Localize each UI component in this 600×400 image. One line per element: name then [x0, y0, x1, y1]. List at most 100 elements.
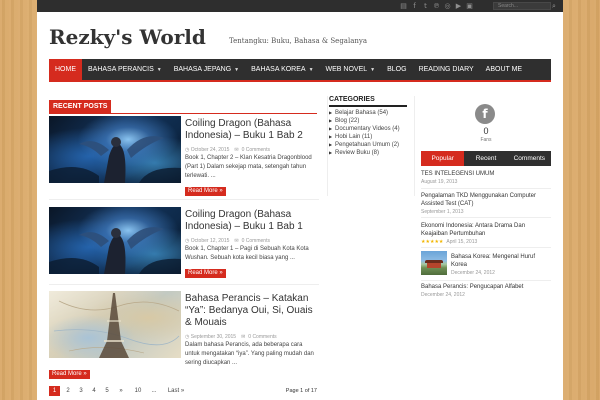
post-thumbnail[interactable] [49, 207, 181, 274]
nav-item-bahasa-korea[interactable]: BAHASA KOREA ▼ [245, 59, 319, 80]
post-comments[interactable]: 0 Comments [242, 238, 270, 244]
list-divider [421, 188, 551, 189]
post-divider [49, 199, 319, 200]
search-input[interactable]: Search... [493, 2, 551, 10]
list-divider [421, 247, 551, 248]
page-link-current[interactable]: 1 [49, 386, 60, 396]
read-more-button[interactable]: Read More » [49, 370, 90, 379]
pinterest-icon[interactable]: ℗ [433, 2, 440, 10]
comment-icon: ✉ [234, 238, 239, 244]
sidebar-tabs: Popular Recent Comments [421, 151, 551, 166]
rss-icon[interactable]: ▤ [400, 2, 407, 10]
list-item[interactable]: TES INTELEGENSI UMUM August 19, 2013 [421, 170, 551, 185]
category-link[interactable]: Belajar Bahasa (54) [329, 109, 407, 117]
pagination: 1 2 3 4 5 » 10 ... Last » Page 1 of 17 [49, 386, 319, 398]
list-divider [421, 217, 551, 218]
facebook-icon[interactable]: f [475, 104, 495, 124]
post-title[interactable]: Coiling Dragon (Bahasa Indonesia) – Buku… [185, 118, 319, 142]
comment-icon: ✉ [234, 147, 239, 153]
page-link[interactable]: 2 [64, 386, 72, 396]
category-link[interactable]: Pengetahuan Umum (2) [329, 141, 407, 149]
nav-label: BAHASA PERANCIS [88, 66, 154, 73]
page-link[interactable]: 10 [131, 386, 145, 396]
rating-stars: ★★★★★ [421, 239, 444, 245]
list-item[interactable]: Bahasa Perancis: Pengucapan Alfabet Dece… [421, 283, 551, 298]
next-page-link[interactable]: » [117, 386, 125, 396]
page-link[interactable]: 4 [90, 386, 98, 396]
nav-item-reading-diary[interactable]: READING DIARY [413, 59, 480, 80]
post-meta: ◷ September 30, 2015 ✉ 0 Comments [185, 334, 277, 340]
list-item[interactable]: Bahasa Korea: Mengenal Huruf Korea Decem… [421, 251, 551, 277]
page-link[interactable]: 5 [103, 386, 111, 396]
post-excerpt: Book 1, Chapter 2 – Klan Kesatria Dragon… [185, 155, 312, 179]
nav-item-bahasa-jepang[interactable]: BAHASA JEPANG ▼ [168, 59, 245, 80]
page-link[interactable]: 3 [77, 386, 85, 396]
read-more-button[interactable]: Read More » [185, 187, 226, 196]
popular-post-title[interactable]: Bahasa Korea: Mengenal Huruf Korea [451, 253, 551, 269]
social-icons: ▤ f t ℗ ◎ ▶ ▣ [400, 2, 473, 10]
calendar-icon: ◷ [185, 238, 190, 244]
category-link[interactable]: Documentary Videos (4) [329, 125, 407, 133]
nav-item-bahasa-perancis[interactable]: BAHASA PERANCIS ▼ [82, 59, 168, 80]
fans-count: 0 [483, 126, 489, 136]
post-thumbnail[interactable] [49, 116, 181, 183]
popular-post-date: December 24, 2012 [451, 270, 495, 276]
post-date: October 12, 2015 [190, 238, 230, 244]
popular-post-title[interactable]: TES INTELEGENSI UMUM [421, 170, 551, 178]
tab-popular[interactable]: Popular [421, 151, 465, 166]
popular-post-date: September 1, 2013 [421, 209, 464, 215]
search-icon[interactable]: ⌕ [552, 2, 559, 10]
post-meta: ◷ October 12, 2015 ✉ 0 Comments [185, 238, 270, 244]
category-link[interactable]: Blog (22) [329, 117, 407, 125]
list-item[interactable]: Pengalaman TKD Menggunakan Computer Assi… [421, 192, 551, 215]
post-title[interactable]: Bahasa Perancis – Katakan “Ya”: Bedanya … [185, 293, 319, 329]
popular-post-title[interactable]: Ekonomi Indonesia: Antara Drama Dan Keaj… [421, 222, 551, 238]
tab-comments[interactable]: Comments [508, 151, 551, 166]
popular-post-meta: ★★★★★ April 15, 2013 [421, 239, 551, 245]
column-divider [327, 96, 328, 196]
post-divider [49, 284, 319, 285]
nav-label: HOME [55, 66, 76, 73]
read-more-button[interactable]: Read More » [185, 269, 226, 278]
dribbble-icon[interactable]: ◎ [444, 2, 451, 10]
post-date: September 30, 2015 [190, 334, 237, 340]
calendar-icon: ◷ [185, 334, 190, 340]
post-comments[interactable]: 0 Comments [248, 334, 276, 340]
post-comments[interactable]: 0 Comments [242, 147, 270, 153]
post-excerpt: Book 1, Chapter 1 – Pagi di Sebuah Kota … [185, 246, 309, 261]
section-divider [49, 113, 317, 114]
site-header: Rezky's World Tentangku: Buku, Bahasa & … [37, 12, 563, 58]
chevron-down-icon: ▼ [234, 67, 240, 73]
popular-post-title[interactable]: Bahasa Perancis: Pengucapan Alfabet [421, 283, 551, 291]
nav-item-about-me[interactable]: ABOUT ME [480, 59, 528, 80]
nav-label: BAHASA JEPANG [173, 66, 232, 73]
tab-recent[interactable]: Recent [464, 151, 507, 166]
category-link[interactable]: Hobi Lain (11) [329, 133, 407, 141]
nav-item-blog[interactable]: BLOG [381, 59, 412, 80]
category-link[interactable]: Review Buku (8) [329, 149, 407, 157]
popular-post-title[interactable]: Pengalaman TKD Menggunakan Computer Assi… [421, 192, 551, 208]
twitter-icon[interactable]: t [422, 2, 429, 10]
popular-post-date: April 15, 2013 [446, 239, 478, 245]
instagram-icon[interactable]: ▣ [466, 2, 473, 10]
list-item[interactable]: Ekonomi Indonesia: Antara Drama Dan Keaj… [421, 222, 551, 245]
nav-label: BLOG [387, 66, 407, 73]
dragon-warrior-image [49, 227, 181, 274]
post-date: October 24, 2015 [190, 147, 230, 153]
facebook-icon[interactable]: f [411, 2, 418, 10]
categories-heading: CATEGORIES [329, 96, 407, 107]
section-heading: RECENT POSTS [49, 100, 112, 114]
korea-post-thumbnail[interactable] [421, 251, 447, 275]
youtube-icon[interactable]: ▶ [455, 2, 462, 10]
post-title[interactable]: Coiling Dragon (Bahasa Indonesia) – Buku… [185, 209, 319, 233]
last-page-link[interactable]: Last » [165, 386, 187, 396]
nav-item-web-novel[interactable]: WEB NOVEL ▼ [320, 59, 382, 80]
post-thumbnail[interactable] [49, 291, 181, 358]
site-title[interactable]: Rezky's World [49, 25, 206, 49]
dragon-warrior-image [49, 136, 181, 183]
popular-post-date: December 24, 2012 [421, 292, 465, 298]
post-excerpt: Dalam bahasa Perancis, ada beberapa cara… [185, 342, 314, 366]
nav-item-home[interactable]: HOME [49, 59, 82, 80]
page-count: Page 1 of 17 [285, 388, 317, 394]
site-tagline: Tentangku: Buku, Bahasa & Segalanya [229, 37, 368, 45]
